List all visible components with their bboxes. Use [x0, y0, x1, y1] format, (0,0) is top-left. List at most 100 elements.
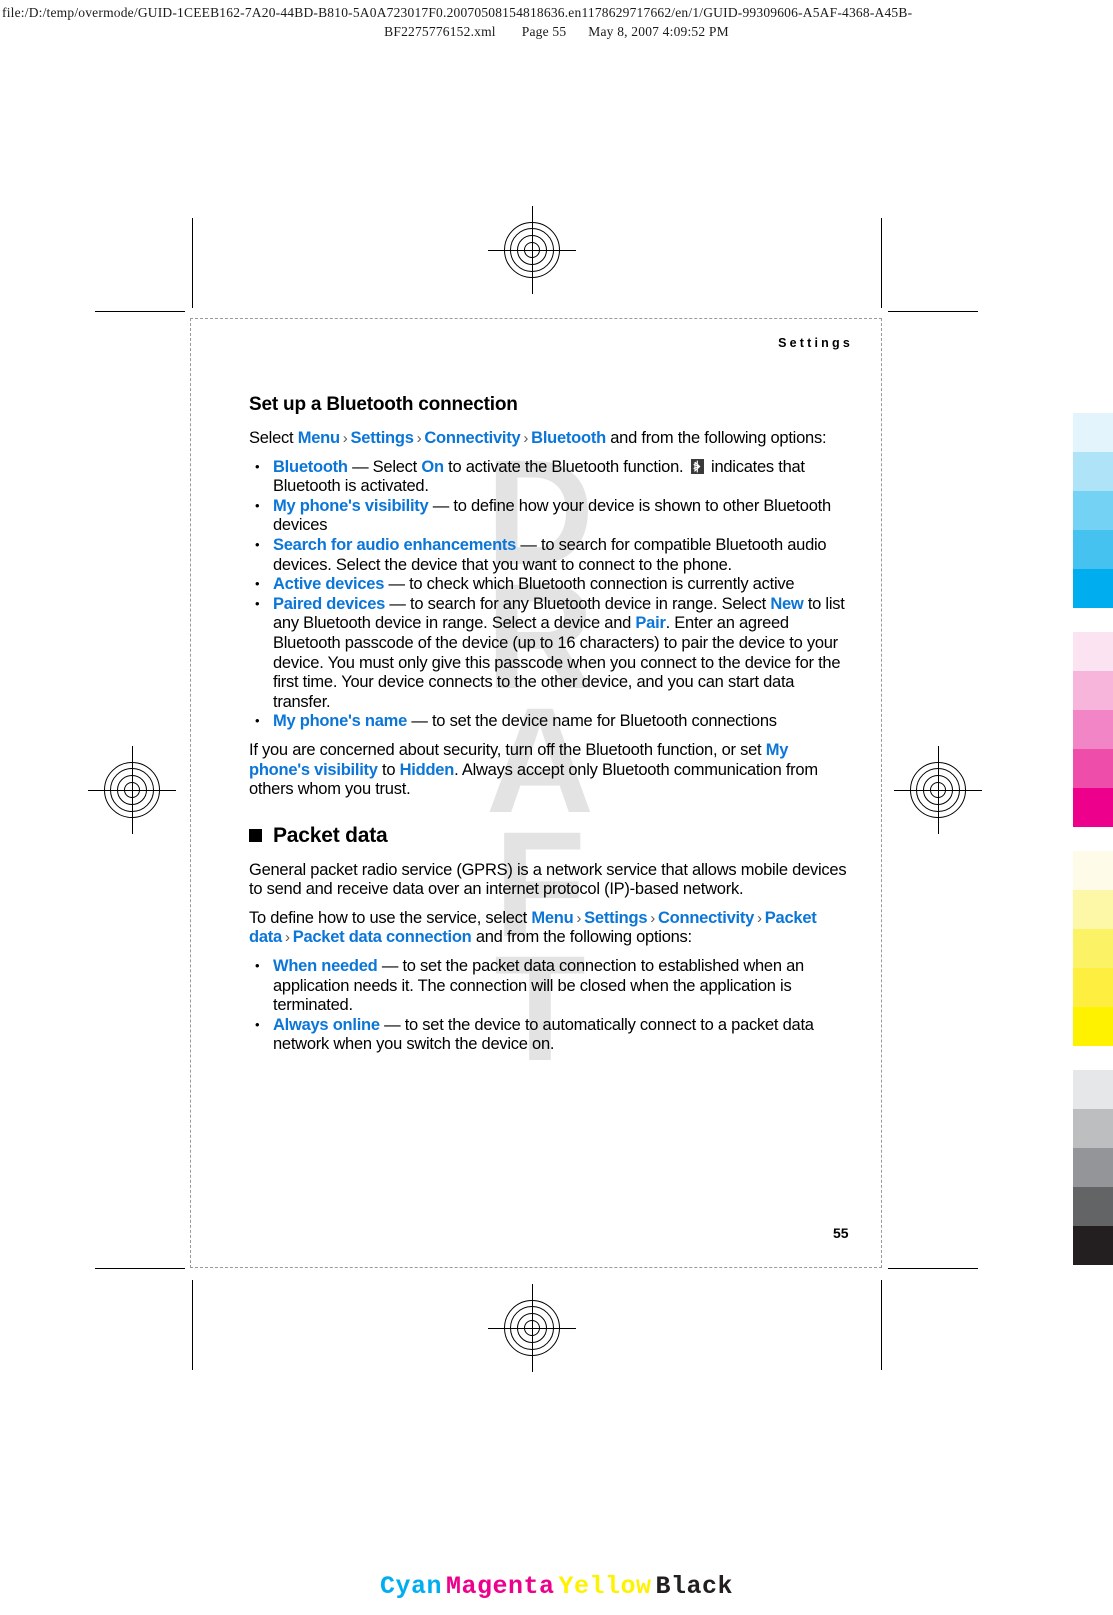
cmyk-label-black: Black [655, 1572, 734, 1601]
option-dash: — [428, 496, 454, 515]
color-bar-group-yellow [1073, 851, 1113, 1046]
option-term-my-phones-visibility: My phone's visibility [273, 496, 429, 515]
security-note-part-2: to [377, 760, 400, 779]
bluetooth-icon [690, 458, 704, 474]
option-dash: — [377, 957, 403, 976]
option-inline-key-pair: Pair [635, 614, 666, 633]
security-note-paragraph: If you are concerned about security, tur… [249, 741, 853, 800]
option-inline-key-new: New [770, 594, 804, 613]
menu-path-connectivity: Connectivity [424, 429, 521, 447]
color-swatch-black-3 [1073, 1148, 1113, 1187]
page-title: Set up a Bluetooth connection [249, 394, 518, 415]
color-swatch-black-5 [1073, 1226, 1113, 1265]
color-bar-group-magenta [1073, 632, 1113, 827]
list-item: My phone's visibility — to define how yo… [249, 496, 853, 536]
chapter-title-packet-data: Packet data [249, 824, 853, 848]
option-body-1: to set the device name for Bluetooth con… [431, 712, 777, 731]
option-term-bluetooth: Bluetooth [273, 457, 348, 476]
color-swatch-magenta-5 [1073, 788, 1113, 827]
packet-path-suffix: and from the following options: [471, 928, 692, 947]
option-dash: — [347, 457, 373, 476]
intro-suffix: and from the following options: [605, 429, 827, 447]
chevron-right-icon: › [576, 909, 582, 927]
registration-mark-left [88, 746, 176, 834]
square-bullet-icon [249, 829, 262, 843]
print-header-meta: BF2275776152.xml Page 55 May 8, 2007 4:09:… [0, 24, 1113, 40]
print-header-page: Page 55 [521, 24, 567, 39]
option-body-1: Select [372, 457, 422, 476]
registration-mark-top [488, 206, 576, 294]
color-swatch-cyan-2 [1073, 452, 1113, 491]
option-dash: — [385, 594, 410, 613]
security-note-key-hidden: Hidden [399, 760, 455, 779]
color-swatch-yellow-1 [1073, 851, 1113, 890]
bluetooth-options-list: Bluetooth — Select On to activate the Bl… [249, 457, 853, 732]
list-item: My phone's name — to set the device name… [249, 711, 853, 732]
packet-data-path-paragraph: To define how to use the service, select… [249, 909, 853, 948]
cmyk-footer: Cyan Magenta Yellow Black [0, 1572, 1113, 1601]
intro-paragraph: Select Menu › Settings › Connectivity › Blueto… [249, 429, 853, 449]
menu-path-menu: Menu [531, 908, 574, 927]
menu-path-menu: Menu [297, 429, 340, 447]
menu-path-packet-data-connection: Packet data connection [292, 928, 472, 947]
color-swatch-cyan-1 [1073, 413, 1113, 452]
color-swatch-yellow-3 [1073, 929, 1113, 968]
option-term-paired-devices: Paired devices [273, 594, 386, 613]
list-item: Paired devices — to search for any Bluet… [249, 594, 853, 713]
color-swatch-magenta-2 [1073, 671, 1113, 710]
option-term-when-needed: When needed [273, 957, 378, 976]
color-swatch-magenta-4 [1073, 749, 1113, 788]
chevron-right-icon: › [523, 430, 529, 447]
list-item: Active devices — to check which Bluetoot… [249, 574, 853, 595]
security-note-part-1: If you are concerned about security, tur… [249, 740, 766, 759]
running-head: Settings [778, 336, 853, 350]
color-swatch-magenta-3 [1073, 710, 1113, 749]
option-term-my-phones-name: My phone's name [273, 712, 408, 731]
print-header-url: file:/D:/temp/overmode/GUID-1CEEB162-7A2… [2, 5, 913, 20]
crop-mark-top-right-horizontal [888, 311, 978, 312]
chapter-title-label: Packet data [273, 823, 388, 847]
color-calibration-bars [1073, 413, 1113, 1289]
menu-path-bluetooth: Bluetooth [531, 429, 606, 447]
registration-mark-bottom [488, 1284, 576, 1372]
color-swatch-yellow-4 [1073, 968, 1113, 1007]
option-body-1: to check which Bluetooth connection is c… [409, 575, 795, 594]
cmyk-label-yellow: Yellow [558, 1572, 652, 1601]
list-item: When needed — to set the packet data con… [249, 956, 853, 1016]
packet-data-intro: General packet radio service (GPRS) is a… [249, 860, 847, 899]
print-header-filename: BF2275776152.xml [384, 24, 496, 39]
packet-path-prefix: To define how to use the service, select [249, 908, 532, 927]
cmyk-label-cyan: Cyan [379, 1572, 442, 1601]
crop-mark-left-vertical-bottom [192, 1280, 193, 1370]
intro-prefix: Select [249, 429, 298, 447]
color-bar-group-black [1073, 1070, 1113, 1265]
chevron-right-icon: › [757, 909, 762, 927]
color-swatch-cyan-5 [1073, 569, 1113, 608]
color-swatch-yellow-5 [1073, 1007, 1113, 1046]
color-swatch-black-1 [1073, 1070, 1113, 1109]
document-content: Settings Set up a Bluetooth connection S… [249, 336, 853, 1064]
chevron-right-icon: › [650, 909, 656, 927]
cmyk-label-magenta: Magenta [445, 1572, 555, 1601]
color-swatch-black-4 [1073, 1187, 1113, 1226]
registration-mark-right [894, 746, 982, 834]
option-term-active-devices: Active devices [273, 575, 385, 594]
option-body-2: to activate the Bluetooth function. [443, 457, 688, 476]
color-bar-group-cyan [1073, 413, 1113, 608]
option-body-1: to search for any Bluetooth device in ra… [410, 594, 771, 613]
crop-mark-left-vertical-top [192, 218, 193, 308]
menu-path-settings: Settings [350, 429, 414, 447]
list-item: Search for audio enhancements — to searc… [249, 535, 853, 575]
option-dash: — [516, 535, 541, 554]
option-dash: — [379, 1015, 405, 1034]
color-swatch-magenta-1 [1073, 632, 1113, 671]
menu-path-settings: Settings [584, 908, 648, 927]
menu-path-connectivity: Connectivity [658, 908, 755, 927]
print-header-timestamp: May 8, 2007 4:09:52 PM [588, 24, 729, 39]
option-term-search-for-audio-enhancements: Search for audio enhancements [273, 535, 517, 554]
crop-mark-bottom-left-horizontal [95, 1268, 185, 1269]
color-swatch-cyan-3 [1073, 491, 1113, 530]
color-swatch-black-2 [1073, 1109, 1113, 1148]
chevron-right-icon: › [416, 430, 422, 447]
color-swatch-cyan-4 [1073, 530, 1113, 569]
